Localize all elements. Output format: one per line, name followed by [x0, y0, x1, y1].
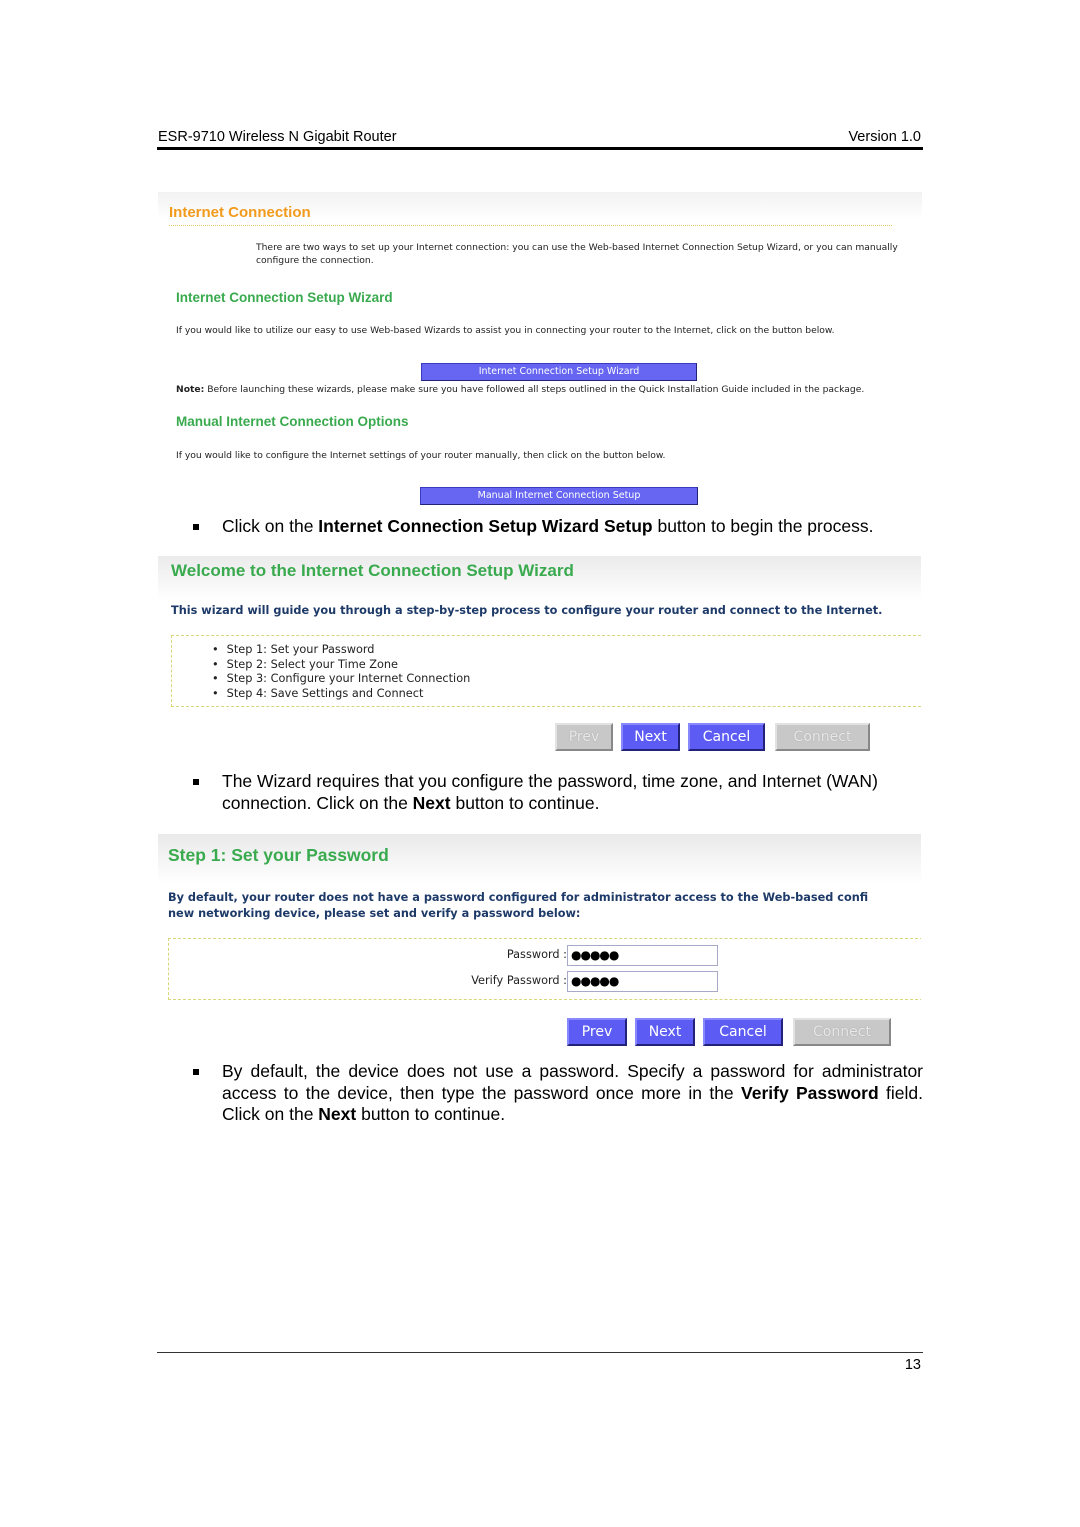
- description-line: new networking device, please set and ve…: [168, 906, 581, 920]
- text-segment: Click on the: [222, 516, 319, 536]
- manual-internet-connection-setup-button[interactable]: Manual Internet Connection Setup: [420, 487, 698, 505]
- cancel-button[interactable]: Cancel: [688, 723, 765, 751]
- connect-button[interactable]: Connect: [775, 723, 870, 751]
- step-item: Step 1: Set your Password: [212, 643, 470, 658]
- step-item: Step 3: Configure your Internet Connecti…: [212, 672, 471, 687]
- instruction-bullet-2: The Wizard requires that you configure t…: [193, 771, 923, 814]
- connect-button[interactable]: Connect: [793, 1018, 891, 1046]
- bold-segment: Verify Password: [741, 1082, 879, 1103]
- prev-button[interactable]: Prev: [555, 723, 613, 751]
- internet-connection-title: Internet Connection: [169, 204, 311, 221]
- note-text: Note: Before launching these wizards, pl…: [176, 384, 864, 395]
- set-password-description: By default, your router does not have a …: [168, 890, 868, 921]
- internet-connection-setup-wizard-button[interactable]: Internet Connection Setup Wizard: [421, 363, 697, 381]
- page-number: 13: [904, 1357, 921, 1373]
- step-item: Step 4: Save Settings and Connect: [212, 687, 470, 702]
- bullet-text: The Wizard requires that you configure t…: [222, 771, 923, 814]
- manual-options-text: If you would like to configure the Inter…: [176, 450, 666, 461]
- password-box: Password : ●●●●● Verify Password : ●●●●●: [168, 938, 921, 1000]
- product-name: ESR-9710 Wireless N Gigabit Router: [158, 129, 397, 145]
- welcome-wizard-screenshot: Welcome to the Internet Connection Setup…: [158, 556, 921, 756]
- step-item: Step 2: Select your Time Zone: [212, 658, 470, 673]
- document-footer: 13: [157, 1352, 923, 1373]
- bullet-square-icon: [193, 779, 199, 785]
- bullet-text: Click on the Internet Connection Setup W…: [222, 516, 923, 538]
- wizard-button-row: Prev Next Cancel Connect: [555, 723, 870, 751]
- text-segment: button to continue.: [356, 1104, 506, 1124]
- set-password-title: Step 1: Set your Password: [168, 845, 389, 865]
- welcome-wizard-description: This wizard will guide you through a ste…: [171, 604, 883, 617]
- instruction-bullet-3: By default, the device does not use a pa…: [193, 1061, 923, 1126]
- bold-segment: Next: [318, 1104, 357, 1124]
- steps-box: Step 1: Set your Password Step 2: Select…: [171, 635, 921, 707]
- bullet-square-icon: [193, 524, 199, 530]
- password-input[interactable]: ●●●●●: [567, 945, 718, 966]
- steps-list: Step 1: Set your Password Step 2: Select…: [212, 643, 471, 702]
- verify-password-input[interactable]: ●●●●●: [567, 971, 718, 992]
- setup-wizard-text: If you would like to utilize our easy to…: [176, 325, 835, 336]
- prev-button[interactable]: Prev: [567, 1018, 627, 1046]
- document-header: ESR-9710 Wireless N Gigabit Router Versi…: [157, 128, 923, 150]
- internet-connection-screenshot: Internet Connection There are two ways t…: [158, 192, 922, 510]
- text-segment: button to continue.: [450, 792, 600, 813]
- bullet-text: By default, the device does not use a pa…: [222, 1061, 923, 1126]
- intro-text: There are two ways to set up your Intern…: [256, 242, 898, 266]
- note-label: Note:: [176, 384, 205, 395]
- wizard-button-row: Prev Next Cancel Connect: [567, 1018, 891, 1046]
- manual-options-heading: Manual Internet Connection Options: [176, 414, 409, 429]
- text-segment: button to begin the process.: [652, 516, 874, 536]
- cancel-button[interactable]: Cancel: [703, 1018, 783, 1046]
- next-button[interactable]: Next: [621, 723, 680, 751]
- setup-wizard-heading: Internet Connection Setup Wizard: [176, 290, 393, 305]
- set-password-screenshot: Step 1: Set your Password By default, yo…: [158, 834, 921, 1052]
- verify-password-label: Verify Password :: [471, 974, 567, 987]
- verify-password-row: Verify Password : ●●●●●: [169, 971, 921, 993]
- instruction-bullet-1: Click on the Internet Connection Setup W…: [193, 516, 923, 538]
- bold-segment: Internet Connection Setup Wizard Setup: [318, 516, 653, 536]
- document-version: Version 1.0: [848, 129, 921, 145]
- next-button[interactable]: Next: [635, 1018, 695, 1046]
- dotted-divider: [169, 225, 892, 226]
- welcome-wizard-title: Welcome to the Internet Connection Setup…: [171, 561, 574, 580]
- bullet-square-icon: [193, 1069, 199, 1075]
- description-line: By default, your router does not have a …: [168, 891, 869, 904]
- bold-segment: Next: [412, 792, 451, 813]
- note-body: Before launching these wizards, please m…: [204, 384, 865, 395]
- password-row: Password : ●●●●●: [169, 945, 921, 967]
- password-label: Password :: [506, 948, 567, 961]
